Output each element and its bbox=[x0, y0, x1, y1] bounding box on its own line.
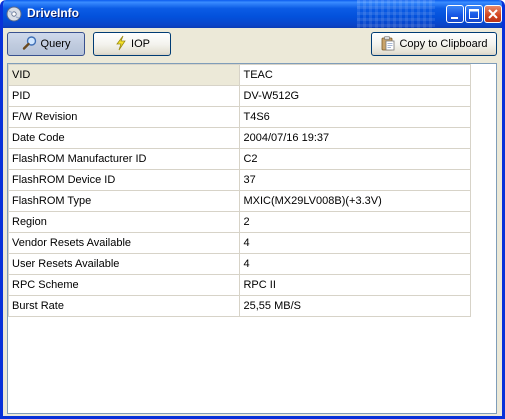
property-name: RPC Scheme bbox=[7, 274, 241, 296]
title-bar[interactable]: DriveInfo bbox=[3, 0, 502, 28]
table-row[interactable]: VID TEAC bbox=[7, 64, 471, 86]
query-button-label: Query bbox=[40, 38, 71, 50]
property-name: FlashROM Manufacturer ID bbox=[7, 148, 241, 170]
table-row[interactable]: RPC Scheme RPC II bbox=[7, 274, 471, 296]
property-value: RPC II bbox=[239, 274, 471, 296]
table-row[interactable]: Region 2 bbox=[7, 211, 471, 233]
property-value: 37 bbox=[239, 169, 471, 191]
minimize-icon bbox=[451, 17, 458, 19]
property-value: MXIC(MX29LV008B)(+3.3V) bbox=[239, 190, 471, 212]
table-row[interactable]: FlashROM Type MXIC(MX29LV008B)(+3.3V) bbox=[7, 190, 471, 212]
query-button[interactable]: Query bbox=[7, 32, 85, 56]
property-name: F/W Revision bbox=[7, 106, 241, 128]
table-row[interactable]: Date Code 2004/07/16 19:37 bbox=[7, 127, 471, 149]
title-bar-pattern bbox=[357, 0, 435, 28]
drive-info-list[interactable]: VID TEAC PID DV-W512G F/W Revision T4S6 Date C… bbox=[7, 63, 497, 414]
copy-to-clipboard-button[interactable]: Copy to Clipboard bbox=[371, 32, 497, 56]
window-title: DriveInfo bbox=[27, 6, 80, 20]
property-name: FlashROM Device ID bbox=[7, 169, 241, 191]
clipboard-icon bbox=[380, 35, 396, 54]
table-row[interactable]: Burst Rate 25,55 MB/S bbox=[7, 295, 471, 317]
table-row[interactable]: User Resets Available 4 bbox=[7, 253, 471, 275]
property-name: Date Code bbox=[7, 127, 241, 149]
property-name: User Resets Available bbox=[7, 253, 241, 275]
driveinfo-window: DriveInfo Query IOP Copy to Clipboard VI… bbox=[0, 0, 505, 419]
property-name: Region bbox=[7, 211, 241, 233]
maximize-button[interactable] bbox=[465, 5, 483, 23]
table-row[interactable]: FlashROM Manufacturer ID C2 bbox=[7, 148, 471, 170]
property-value: TEAC bbox=[239, 64, 471, 86]
property-value: C2 bbox=[239, 148, 471, 170]
property-name: PID bbox=[7, 85, 241, 107]
close-icon bbox=[488, 9, 498, 19]
copy-button-label: Copy to Clipboard bbox=[399, 38, 488, 50]
table-row[interactable]: Vendor Resets Available 4 bbox=[7, 232, 471, 254]
iop-button-label: IOP bbox=[131, 38, 150, 50]
disc-icon[interactable] bbox=[6, 6, 22, 22]
drive-info-table: VID TEAC PID DV-W512G F/W Revision T4S6 Date C… bbox=[7, 64, 471, 317]
iop-button[interactable]: IOP bbox=[93, 32, 171, 56]
property-name: FlashROM Type bbox=[7, 190, 241, 212]
property-value: 4 bbox=[239, 253, 471, 275]
table-row[interactable]: FlashROM Device ID 37 bbox=[7, 169, 471, 191]
magnifier-icon bbox=[22, 35, 38, 54]
table-row[interactable]: F/W Revision T4S6 bbox=[7, 106, 471, 128]
property-value: 2004/07/16 19:37 bbox=[239, 127, 471, 149]
minimize-button[interactable] bbox=[446, 5, 464, 23]
property-value: T4S6 bbox=[239, 106, 471, 128]
property-value: 4 bbox=[239, 232, 471, 254]
property-value: 25,55 MB/S bbox=[239, 295, 471, 317]
property-name: Burst Rate bbox=[7, 295, 241, 317]
close-button[interactable] bbox=[484, 5, 502, 23]
property-value: DV-W512G bbox=[239, 85, 471, 107]
property-name: Vendor Resets Available bbox=[7, 232, 241, 254]
maximize-icon bbox=[469, 9, 479, 19]
property-name: VID bbox=[7, 64, 241, 86]
lightning-icon bbox=[114, 35, 128, 54]
property-value: 2 bbox=[239, 211, 471, 233]
table-row[interactable]: PID DV-W512G bbox=[7, 85, 471, 107]
